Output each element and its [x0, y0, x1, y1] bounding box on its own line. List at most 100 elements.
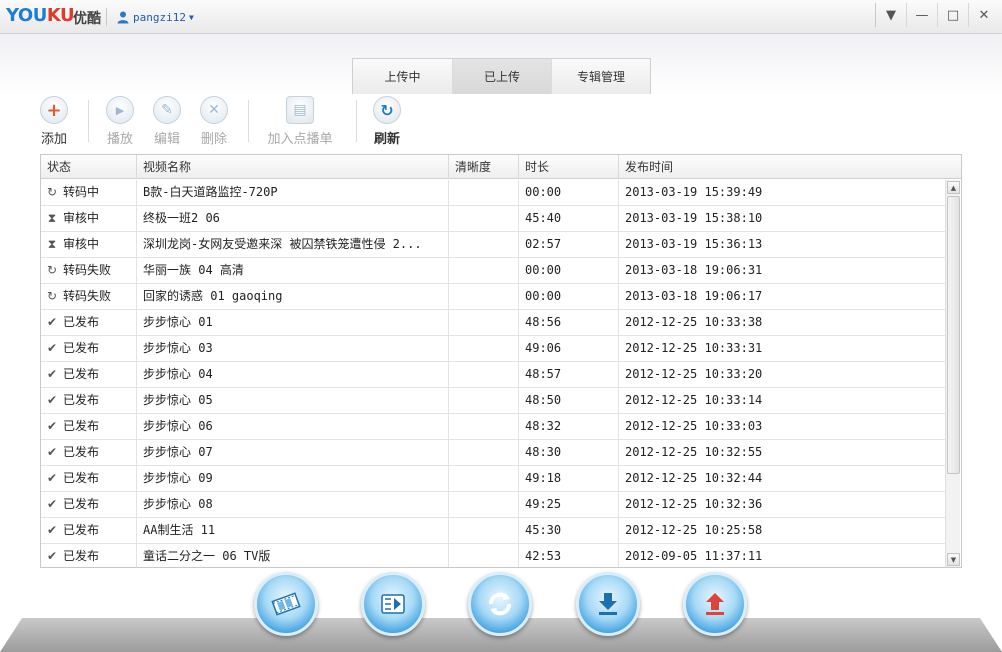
duration-cell: 48:57 — [519, 362, 619, 387]
publish-time-cell: 2012-12-25 10:25:58 — [625, 523, 763, 537]
add-button[interactable]: + 添加 — [32, 96, 76, 147]
table-row[interactable]: ↻ 转码失败 回家的诱惑 01 gaoqing 00:00 2013-03-18 19:… — [41, 284, 945, 310]
menu-dropdown-button[interactable]: ▼ — [875, 3, 906, 27]
youku-logo: YOUKU — [6, 5, 75, 26]
window-controls: ▼ — □ ✕ — [875, 3, 999, 27]
publish-time-cell: 2012-12-25 10:33:20 — [625, 367, 763, 381]
publish-time-cell: 2013-03-19 15:38:10 — [625, 211, 763, 225]
table-header: 状态 视频名称 清晰度 时长 发布时间 — [41, 155, 961, 179]
scroll-up-button[interactable]: ▲ — [947, 181, 960, 194]
status-text: 已发布 — [63, 419, 100, 433]
table-row[interactable]: ✔ 已发布 步步惊心 01 48:56 2012-12-25 10:33:38 — [41, 310, 945, 336]
status-text: 已发布 — [63, 497, 100, 511]
status-text: 已发布 — [63, 445, 100, 459]
column-header-quality[interactable]: 清晰度 — [449, 155, 519, 179]
table-row[interactable]: ✔ 已发布 步步惊心 09 49:18 2012-12-25 10:32:44 — [41, 466, 945, 492]
title-bar: YOUKU 优酷 pangzi12 ▼ ▼ — □ ✕ — [0, 0, 1002, 34]
table-row[interactable]: ✔ 已发布 童话二分之一 06 TV版 42:53 2012-09-05 11:37:1… — [41, 544, 945, 567]
video-name-cell: 步步惊心 08 — [137, 492, 449, 517]
user-menu[interactable]: pangzi12 ▼ — [116, 9, 194, 25]
publish-time-cell: 2013-03-19 15:39:49 — [625, 185, 763, 199]
video-name-cell: 回家的诱惑 01 gaoqing — [137, 284, 449, 309]
status-cell: ✔ 已发布 — [41, 336, 137, 361]
hourglass-icon: ⧗ — [47, 237, 57, 251]
table-row[interactable]: ⧗ 审核中 终极一班2 06 45:40 2013-03-19 15:38:10 — [41, 206, 945, 232]
status-text: 转码失败 — [63, 263, 112, 277]
add-to-playlist-button[interactable]: ▤ 加入点播单 — [262, 96, 338, 147]
video-list-icon — [381, 594, 405, 614]
dock-button-upload[interactable] — [683, 572, 747, 636]
close-button[interactable]: ✕ — [968, 3, 999, 27]
status-text: 已发布 — [63, 393, 100, 407]
table-row[interactable]: ✔ 已发布 步步惊心 04 48:57 2012-12-25 10:33:20 — [41, 362, 945, 388]
column-header-duration[interactable]: 时长 — [519, 155, 619, 179]
duration-cell: 45:40 — [519, 206, 619, 231]
duration-cell: 48:56 — [519, 310, 619, 335]
publish-time-cell: 2012-12-25 10:32:36 — [625, 497, 763, 511]
tab-album-management[interactable]: 专辑管理 — [551, 59, 650, 94]
status-text: 已发布 — [63, 367, 100, 381]
column-header-name[interactable]: 视频名称 — [137, 155, 449, 179]
table-row[interactable]: ↻ 转码中 B款-白天道路监控-720P 00:00 2013-03-19 15:39:… — [41, 180, 945, 206]
status-text: 已发布 — [63, 523, 100, 537]
status-cell: ✔ 已发布 — [41, 518, 137, 543]
tab-uploaded[interactable]: 已上传 — [452, 59, 551, 94]
table-row[interactable]: ↻ 转码失败 华丽一族 04 高清 00:00 2013-03-18 19:06:31 — [41, 258, 945, 284]
column-header-status[interactable]: 状态 — [41, 155, 137, 179]
status-text: 已发布 — [63, 341, 100, 355]
table-row[interactable]: ✔ 已发布 步步惊心 07 48:30 2012-12-25 10:32:55 — [41, 440, 945, 466]
status-text: 已发布 — [63, 315, 100, 329]
publish-time-cell: 2013-03-19 15:36:13 — [625, 237, 763, 251]
toolbar-divider — [88, 100, 89, 142]
dock-button-film[interactable] — [254, 572, 318, 636]
table-row[interactable]: ⧗ 审核中 深圳龙岗-女网友受邀来深 被囚禁铁笼遭性侵 2... 02:57 2013-… — [41, 232, 945, 258]
quality-cell — [449, 544, 519, 567]
status-cell: ⧗ 审核中 — [41, 232, 137, 257]
publish-time-cell: 2012-12-25 10:33:31 — [625, 341, 763, 355]
duration-cell: 48:30 — [519, 440, 619, 465]
dock-button-download[interactable] — [576, 572, 640, 636]
video-name-cell: 华丽一族 04 高清 — [137, 258, 449, 283]
table-row[interactable]: ✔ 已发布 步步惊心 05 48:50 2012-12-25 10:33:14 — [41, 388, 945, 414]
table-row[interactable]: ✔ 已发布 步步惊心 03 49:06 2012-12-25 10:33:31 — [41, 336, 945, 362]
table-row[interactable]: ✔ 已发布 AA制生活 11 45:30 2012-12-25 10:25:58 — [41, 518, 945, 544]
video-table: 状态 视频名称 清晰度 时长 发布时间 ↻ 转码中 B款-白天道路监控-720P 00… — [40, 154, 962, 568]
username: pangzi12 — [133, 10, 186, 24]
dock-button-video-list[interactable] — [361, 572, 425, 636]
duration-cell: 00:00 — [519, 284, 619, 309]
vertical-scrollbar[interactable]: ▲ ▼ — [945, 180, 960, 567]
video-name-cell: B款-白天道路监控-720P — [137, 180, 449, 205]
film-strip-icon — [271, 592, 301, 616]
edit-button[interactable]: ✎ 编辑 — [145, 96, 189, 147]
delete-button[interactable]: ✕ 删除 — [192, 96, 236, 147]
video-name-cell: 步步惊心 09 — [137, 466, 449, 491]
dock-button-sync[interactable] — [468, 572, 532, 636]
minimize-button[interactable]: — — [906, 3, 937, 27]
quality-cell — [449, 232, 519, 257]
video-name-cell: 步步惊心 05 — [137, 388, 449, 413]
status-text: 审核中 — [63, 211, 100, 225]
play-button[interactable]: ▶ 播放 — [98, 96, 142, 147]
quality-cell — [449, 310, 519, 335]
video-name-cell: 步步惊心 07 — [137, 440, 449, 465]
video-name-cell: 步步惊心 01 — [137, 310, 449, 335]
table-row[interactable]: ✔ 已发布 步步惊心 06 48:32 2012-12-25 10:33:03 — [41, 414, 945, 440]
sync-icon — [489, 592, 511, 616]
scroll-down-button[interactable]: ▼ — [947, 553, 960, 566]
column-header-publish-time[interactable]: 发布时间 — [619, 155, 961, 179]
scroll-thumb[interactable] — [947, 196, 960, 474]
status-cell: ✔ 已发布 — [41, 466, 137, 491]
refresh-button[interactable]: ↻ 刷新 — [365, 96, 409, 147]
duration-cell: 49:25 — [519, 492, 619, 517]
edit-label: 编辑 — [153, 132, 180, 147]
check-icon: ✔ — [46, 445, 58, 459]
quality-cell — [449, 206, 519, 231]
table-row[interactable]: ✔ 已发布 步步惊心 08 49:25 2012-12-25 10:32:36 — [41, 492, 945, 518]
download-icon — [599, 593, 617, 615]
duration-cell: 49:18 — [519, 466, 619, 491]
check-icon: ✔ — [46, 419, 58, 433]
check-icon: ✔ — [46, 393, 58, 407]
maximize-button[interactable]: □ — [937, 3, 968, 27]
plus-icon: + — [40, 96, 68, 124]
tab-uploading[interactable]: 上传中 — [353, 59, 452, 94]
